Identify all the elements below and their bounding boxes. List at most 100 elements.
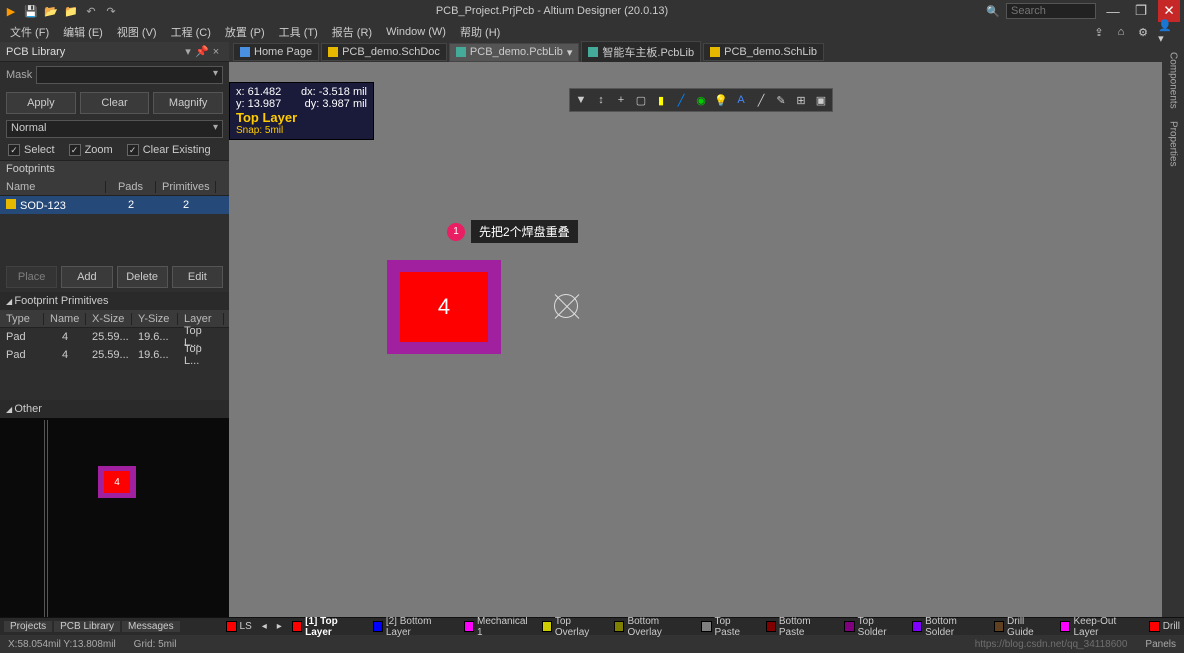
layer-item[interactable]: [2] Bottom Layer [373, 616, 454, 638]
bottom-tab-pcblib[interactable]: PCB Library [54, 621, 120, 632]
filter-icon[interactable]: ▼ [572, 91, 590, 109]
user-icon[interactable]: 👤▾ [1158, 25, 1172, 39]
other-header[interactable]: Other [0, 400, 229, 418]
maximize-button[interactable]: ❐ [1130, 0, 1152, 22]
panels-button[interactable]: Panels [1145, 639, 1176, 650]
footprint-primitives-header[interactable]: Footprint Primitives [0, 292, 229, 310]
annotation-text: 先把2个焊盘重叠 [471, 220, 578, 243]
doc-tab[interactable]: PCB_demo.SchDoc [321, 43, 447, 61]
doc-icon [328, 47, 338, 57]
layer-item[interactable]: [1] Top Layer [292, 616, 363, 638]
minimize-button[interactable]: — [1102, 0, 1124, 22]
preview-area: 4 [0, 418, 229, 617]
save-icon[interactable]: 💾 [24, 4, 38, 18]
doc-icon [588, 47, 598, 57]
bottom-tab-projects[interactable]: Projects [4, 621, 52, 632]
delete-button[interactable]: Delete [117, 266, 168, 288]
doc-tab[interactable]: 智能车主板.PcbLib [581, 41, 701, 63]
add-button[interactable]: Add [61, 266, 112, 288]
status-grid: Grid: 5mil [134, 639, 177, 650]
doc-tab[interactable]: Home Page [233, 43, 319, 61]
layer-item[interactable]: Mechanical 1 [464, 616, 532, 638]
redo-icon[interactable]: ↷ [104, 4, 118, 18]
menu-reports[interactable]: 报告 (R) [326, 22, 378, 42]
layer-item[interactable]: Drill [1149, 616, 1180, 638]
layer-item[interactable]: Top Overlay [542, 616, 605, 638]
pcb-library-panel: PCB Library ▾ 📌 × Mask Apply Clear Magni… [0, 42, 229, 617]
align-icon[interactable]: ▮ [652, 91, 670, 109]
clear-button[interactable]: Clear [80, 92, 150, 114]
primitive-row[interactable]: Pad425.59...19.6...Top L... [0, 346, 229, 364]
right-dock: Components Properties [1162, 42, 1184, 617]
document-tabs: Home PagePCB_demo.SchDocPCB_demo.PcbLib … [229, 42, 1162, 62]
layer-icon[interactable]: ▣ [812, 91, 830, 109]
active-bar: ▼ ↕ + ▢ ▮ ╱ ◉ 💡 A ╱ ✎ ⊞ ▣ [569, 88, 833, 112]
menu-place[interactable]: 放置 (P) [219, 22, 271, 42]
layer-item[interactable]: Top Paste [701, 616, 755, 638]
layer-item[interactable]: Drill Guide [994, 616, 1050, 638]
layer-next-icon[interactable]: ▸ [277, 621, 282, 632]
footprint-row[interactable]: SOD-123 2 2 [0, 196, 229, 214]
menu-bar: 文件 (F) 编辑 (E) 视图 (V) 工程 (C) 放置 (P) 工具 (T… [0, 22, 1184, 42]
clear-existing-checkbox[interactable]: ✓Clear Existing [127, 144, 211, 156]
edit-icon[interactable]: ✎ [772, 91, 790, 109]
menu-project[interactable]: 工程 (C) [165, 22, 217, 42]
doc-icon [240, 47, 250, 57]
doc-icon [456, 47, 466, 57]
share-icon[interactable]: ⇪ [1092, 25, 1106, 39]
doc-tab[interactable]: PCB_demo.PcbLib ▾ [449, 43, 579, 62]
panel-close-icon[interactable]: × [209, 46, 223, 58]
home-icon[interactable]: ⌂ [1114, 25, 1128, 39]
layer-prev-icon[interactable]: ◂ [262, 621, 267, 632]
menu-file[interactable]: 文件 (F) [4, 22, 55, 42]
magnify-button[interactable]: Magnify [153, 92, 223, 114]
undo-icon[interactable]: ↶ [84, 4, 98, 18]
search-input[interactable] [1006, 3, 1096, 19]
settings-icon[interactable]: ⚙ [1136, 25, 1150, 39]
panel-pin-icon[interactable]: 📌 [195, 45, 209, 58]
layer-item[interactable]: Bottom Paste [766, 616, 835, 638]
menu-help[interactable]: 帮助 (H) [454, 22, 506, 42]
move-icon[interactable]: ↕ [592, 91, 610, 109]
annotation-badge: 1 [447, 223, 465, 241]
menu-view[interactable]: 视图 (V) [111, 22, 163, 42]
bulb-icon[interactable]: 💡 [712, 91, 730, 109]
menu-edit[interactable]: 编辑 (E) [57, 22, 109, 42]
menu-window[interactable]: Window (W) [380, 24, 452, 40]
mask-label: Mask [6, 69, 32, 81]
ls-button[interactable]: LS [240, 621, 252, 632]
grid-icon[interactable]: ⊞ [792, 91, 810, 109]
pad-number: 4 [400, 272, 488, 342]
mode-dropdown[interactable]: Normal [6, 120, 223, 138]
text-icon[interactable]: A [732, 91, 750, 109]
via-icon[interactable]: ◉ [692, 91, 710, 109]
rect-icon[interactable]: ▢ [632, 91, 650, 109]
line2-icon[interactable]: ╱ [752, 91, 770, 109]
place-button[interactable]: Place [6, 266, 57, 288]
select-checkbox[interactable]: ✓Select [8, 144, 55, 156]
open2-icon[interactable]: 📁 [64, 4, 78, 18]
doc-tab[interactable]: PCB_demo.SchLib [703, 43, 824, 61]
layer-item[interactable]: Bottom Solder [912, 616, 984, 638]
panel-menu-icon[interactable]: ▾ [181, 45, 195, 58]
apply-button[interactable]: Apply [6, 92, 76, 114]
pcb-canvas[interactable]: x: 61.482dx: -3.518 mil y: 13.987dy: 3.9… [229, 62, 1162, 617]
open-icon[interactable]: 📂 [44, 4, 58, 18]
layer-item[interactable]: Keep-Out Layer [1060, 616, 1139, 638]
mask-combo[interactable] [36, 66, 223, 84]
layer-item[interactable]: Bottom Overlay [614, 616, 691, 638]
line-icon[interactable]: ╱ [672, 91, 690, 109]
origin-marker [554, 294, 578, 318]
pcb-pad[interactable]: 4 [387, 260, 501, 354]
watermark: https://blog.csdn.net/qq_34118600 [975, 639, 1128, 650]
layer-item[interactable]: Top Solder [844, 616, 901, 638]
panel-title: PCB Library [6, 46, 181, 58]
bottom-tab-messages[interactable]: Messages [122, 621, 180, 632]
zoom-checkbox[interactable]: ✓Zoom [69, 144, 113, 156]
status-coords: X:58.054mil Y:13.808mil [8, 639, 116, 650]
edit-button[interactable]: Edit [172, 266, 223, 288]
plus-icon[interactable]: + [612, 91, 630, 109]
menu-tools[interactable]: 工具 (T) [273, 22, 324, 42]
components-tab[interactable]: Components [1166, 46, 1181, 115]
properties-tab[interactable]: Properties [1166, 115, 1181, 173]
